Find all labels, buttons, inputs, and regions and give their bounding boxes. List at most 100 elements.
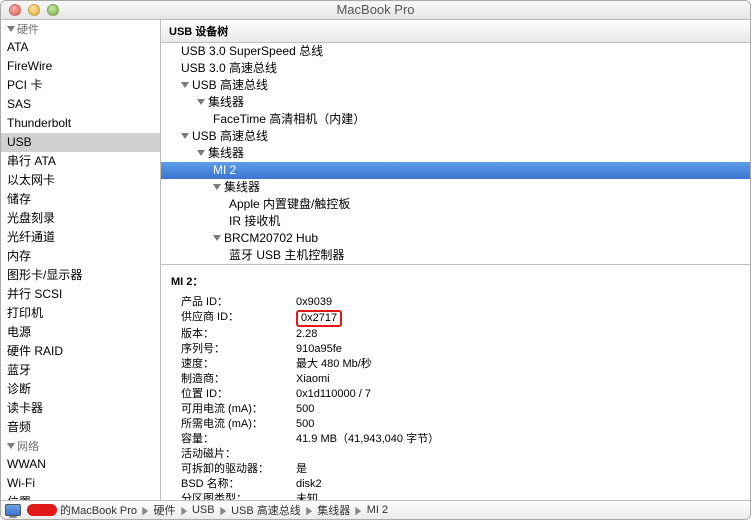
path-segment[interactable]: USB 高速总线 [231,502,301,518]
sidebar-category-label: 硬件 [17,21,39,37]
detail-title: MI 2： [161,265,750,295]
detail-value: 41.9 MB（41,943,040 字节） [296,432,740,447]
detail-value [296,447,740,462]
detail-key: 序列号： [181,342,296,357]
chevron-down-icon[interactable] [197,150,205,156]
tree-row[interactable]: USB 3.0 高速总线 [161,60,750,77]
tree-row[interactable]: FaceTime 高清相机（内建） [161,111,750,128]
sidebar-item[interactable]: 图形卡/显示器 [1,266,160,285]
tree-row[interactable]: Apple 内置键盘/触控板 [161,196,750,213]
detail-row: 供应商 ID：0x2717 [161,310,750,327]
redacted-name [27,504,57,516]
detail-row: 所需电流 (mA)：500 [161,417,750,432]
sidebar-item[interactable]: 光纤通道 [1,228,160,247]
detail-key: 供应商 ID： [181,310,296,327]
detail-key: 制造商： [181,372,296,387]
sidebar-item[interactable]: 硬件 RAID [1,342,160,361]
tree-row-label: 蓝牙 USB 主机控制器 [229,247,344,264]
detail-key: 可拆卸的驱动器： [181,462,296,477]
chevron-right-icon: ▶ [181,504,187,517]
tree-row[interactable]: 集线器 [161,94,750,111]
sidebar-item[interactable]: Wi-Fi [1,474,160,493]
tree-row-label: USB 高速总线 [192,128,268,145]
sidebar-item[interactable]: 以太网卡 [1,171,160,190]
chevron-down-icon[interactable] [7,26,15,32]
titlebar[interactable]: MacBook Pro [1,1,750,20]
sidebar-item[interactable]: 读卡器 [1,399,160,418]
sidebar-category[interactable]: 网络 [1,437,160,455]
chevron-down-icon[interactable] [213,184,221,190]
sidebar-item[interactable]: 电源 [1,323,160,342]
path-segment[interactable]: 硬件 [154,502,176,518]
sidebar-item[interactable]: 并行 SCSI [1,285,160,304]
sidebar-item[interactable]: SAS [1,95,160,114]
system-info-window: MacBook Pro 硬件ATAFireWirePCI 卡SASThunder… [0,0,751,520]
tree-row[interactable]: USB 高速总线 [161,128,750,145]
sidebar-item[interactable]: WWAN [1,455,160,474]
main-area: USB 设备树 USB 3.0 SuperSpeed 总线USB 3.0 高速总… [161,20,750,500]
sidebar-item[interactable]: ATA [1,38,160,57]
chevron-down-icon[interactable] [181,82,189,88]
chevron-right-icon: ▶ [306,504,312,517]
close-button[interactable] [9,4,21,16]
path-segment[interactable]: USB [192,504,215,516]
sidebar-item[interactable]: 蓝牙 [1,361,160,380]
detail-value: 500 [296,417,740,432]
sidebar-item[interactable]: Thunderbolt [1,114,160,133]
tree-row[interactable]: 集线器 [161,145,750,162]
sidebar-item[interactable]: 诊断 [1,380,160,399]
computer-icon[interactable] [5,504,21,516]
detail-value: 0x9039 [296,295,740,310]
sidebar-item[interactable]: 内存 [1,247,160,266]
tree-row[interactable]: USB 3.0 SuperSpeed 总线 [161,43,750,60]
tree-row[interactable]: 集线器 [161,179,750,196]
sidebar-item[interactable]: 打印机 [1,304,160,323]
chevron-down-icon[interactable] [197,99,205,105]
sidebar-item[interactable]: PCI 卡 [1,76,160,95]
tree-row[interactable]: MI 2 [161,162,750,179]
sidebar-item[interactable]: USB [1,133,160,152]
sidebar-item[interactable]: 位置 [1,493,160,500]
detail-row: 容量：41.9 MB（41,943,040 字节） [161,432,750,447]
detail-row: 版本：2.28 [161,327,750,342]
tree-row-label: IR 接收机 [229,213,280,230]
detail-key: BSD 名称： [181,477,296,492]
chevron-down-icon[interactable] [181,133,189,139]
tree-row[interactable]: IR 接收机 [161,213,750,230]
detail-kv-list: 产品 ID：0x9039供应商 ID：0x2717版本：2.28序列号：910a… [161,295,750,501]
traffic-lights [1,4,59,16]
detail-key: 位置 ID： [181,387,296,402]
detail-pane[interactable]: MI 2： 产品 ID：0x9039供应商 ID：0x2717版本：2.28序列… [161,265,750,501]
tree-row-label: MI 2 [213,162,236,179]
minimize-button[interactable] [28,4,40,16]
detail-key: 分区图类型： [181,492,296,501]
tree-row-label: 集线器 [208,145,244,162]
chevron-right-icon: ▶ [142,504,148,517]
usb-tree[interactable]: USB 3.0 SuperSpeed 总线USB 3.0 高速总线USB 高速总… [161,43,750,265]
tree-row[interactable]: USB 高速总线 [161,77,750,94]
sidebar-item[interactable]: 储存 [1,190,160,209]
detail-key: 活动磁片： [181,447,296,462]
path-segment[interactable]: 集线器 [317,502,350,518]
tree-row[interactable]: 蓝牙 USB 主机控制器 [161,247,750,264]
tree-row[interactable]: BRCM20702 Hub [161,230,750,247]
detail-row: 制造商：Xiaomi [161,372,750,387]
detail-row: 位置 ID：0x1d110000 / 7 [161,387,750,402]
path-bar[interactable]: 的MacBook Pro▶硬件▶USB▶USB 高速总线▶集线器▶MI 2 [1,500,750,519]
sidebar-item[interactable]: 音频 [1,418,160,437]
detail-key: 可用电流 (mA)： [181,402,296,417]
tree-row-label: USB 3.0 高速总线 [181,60,277,77]
chevron-down-icon[interactable] [7,443,15,449]
detail-value: 500 [296,402,740,417]
chevron-right-icon: ▶ [355,504,361,517]
zoom-button[interactable] [47,4,59,16]
path-segment[interactable]: 的MacBook Pro [60,502,137,518]
path-segment[interactable]: MI 2 [367,504,388,516]
sidebar[interactable]: 硬件ATAFireWirePCI 卡SASThunderboltUSB串行 AT… [1,20,161,500]
sidebar-category[interactable]: 硬件 [1,20,160,38]
detail-row: 活动磁片： [161,447,750,462]
sidebar-item[interactable]: 光盘刻录 [1,209,160,228]
sidebar-item[interactable]: FireWire [1,57,160,76]
chevron-down-icon[interactable] [213,235,221,241]
sidebar-item[interactable]: 串行 ATA [1,152,160,171]
